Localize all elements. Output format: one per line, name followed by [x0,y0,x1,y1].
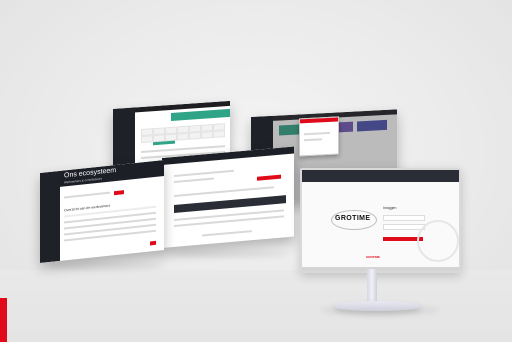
calendar-event [153,140,175,146]
screen-shadow [50,262,165,270]
monitor-stand-base [334,301,420,311]
app-sidebar [40,170,60,263]
mockup-scene: Ons ecosysteem Werknemers & contributeur… [0,0,512,342]
clock-icon [417,220,459,262]
employees-screen: Ons ecosysteem Werknemers & contributeur… [40,159,164,263]
footer-brand: GROTIME [366,255,380,259]
monitor-bezel [302,267,459,271]
modal-dialog [299,116,339,157]
brand-accent-tab [0,298,7,342]
report-screen [162,146,294,248]
monitor-screen: GROTIME Inloggen GROTIME [300,168,461,273]
screen-shadow [170,250,290,258]
search-button[interactable] [114,190,124,196]
password-field[interactable] [383,224,425,230]
status-badge [150,240,156,246]
app-header [302,170,459,182]
app-logo: GROTIME [335,215,371,222]
monitor-stand-neck [367,269,377,303]
login-title: Inloggen [383,206,397,210]
username-field[interactable] [383,215,425,221]
floor [0,270,512,342]
action-button[interactable] [257,174,281,181]
calendar-header-bar [171,108,230,121]
